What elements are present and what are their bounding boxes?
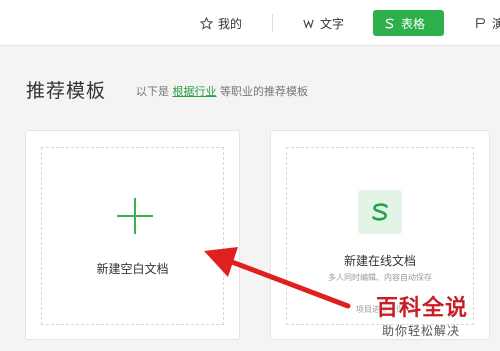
watermark-logo: 百科全说 助你轻松解决 [366,286,500,351]
watermark-subtitle: 助你轻松解决 [382,324,461,338]
watermark-title: 百科全说 [376,296,469,321]
